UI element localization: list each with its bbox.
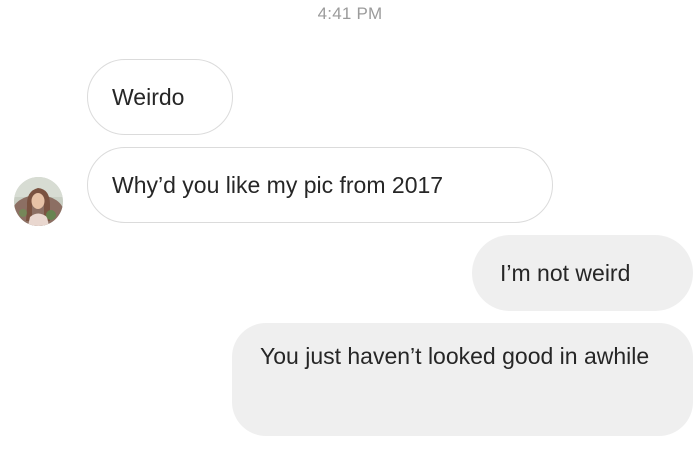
profile-photo-avatar-icon [14,177,63,226]
message-text: I’m not weird [500,260,631,286]
message-text: Why’d you like my pic from 2017 [112,172,444,198]
incoming-message-bubble[interactable]: Why’d you like my pic from 2017 [87,147,553,223]
incoming-message-bubble[interactable]: Weirdo [87,59,233,135]
message-text: Weirdo [112,84,185,110]
sender-avatar[interactable] [14,177,63,226]
timestamp: 4:41 PM [317,4,383,23]
outgoing-message-bubble[interactable]: I’m not weird [472,235,693,311]
message-thread: 4:41 PM Weirdo Why’d you like my pic fro… [0,0,700,453]
outgoing-message-bubble[interactable]: You just haven’t looked good in awhile [232,323,693,436]
message-text: You just haven’t looked good in awhile [260,343,650,369]
